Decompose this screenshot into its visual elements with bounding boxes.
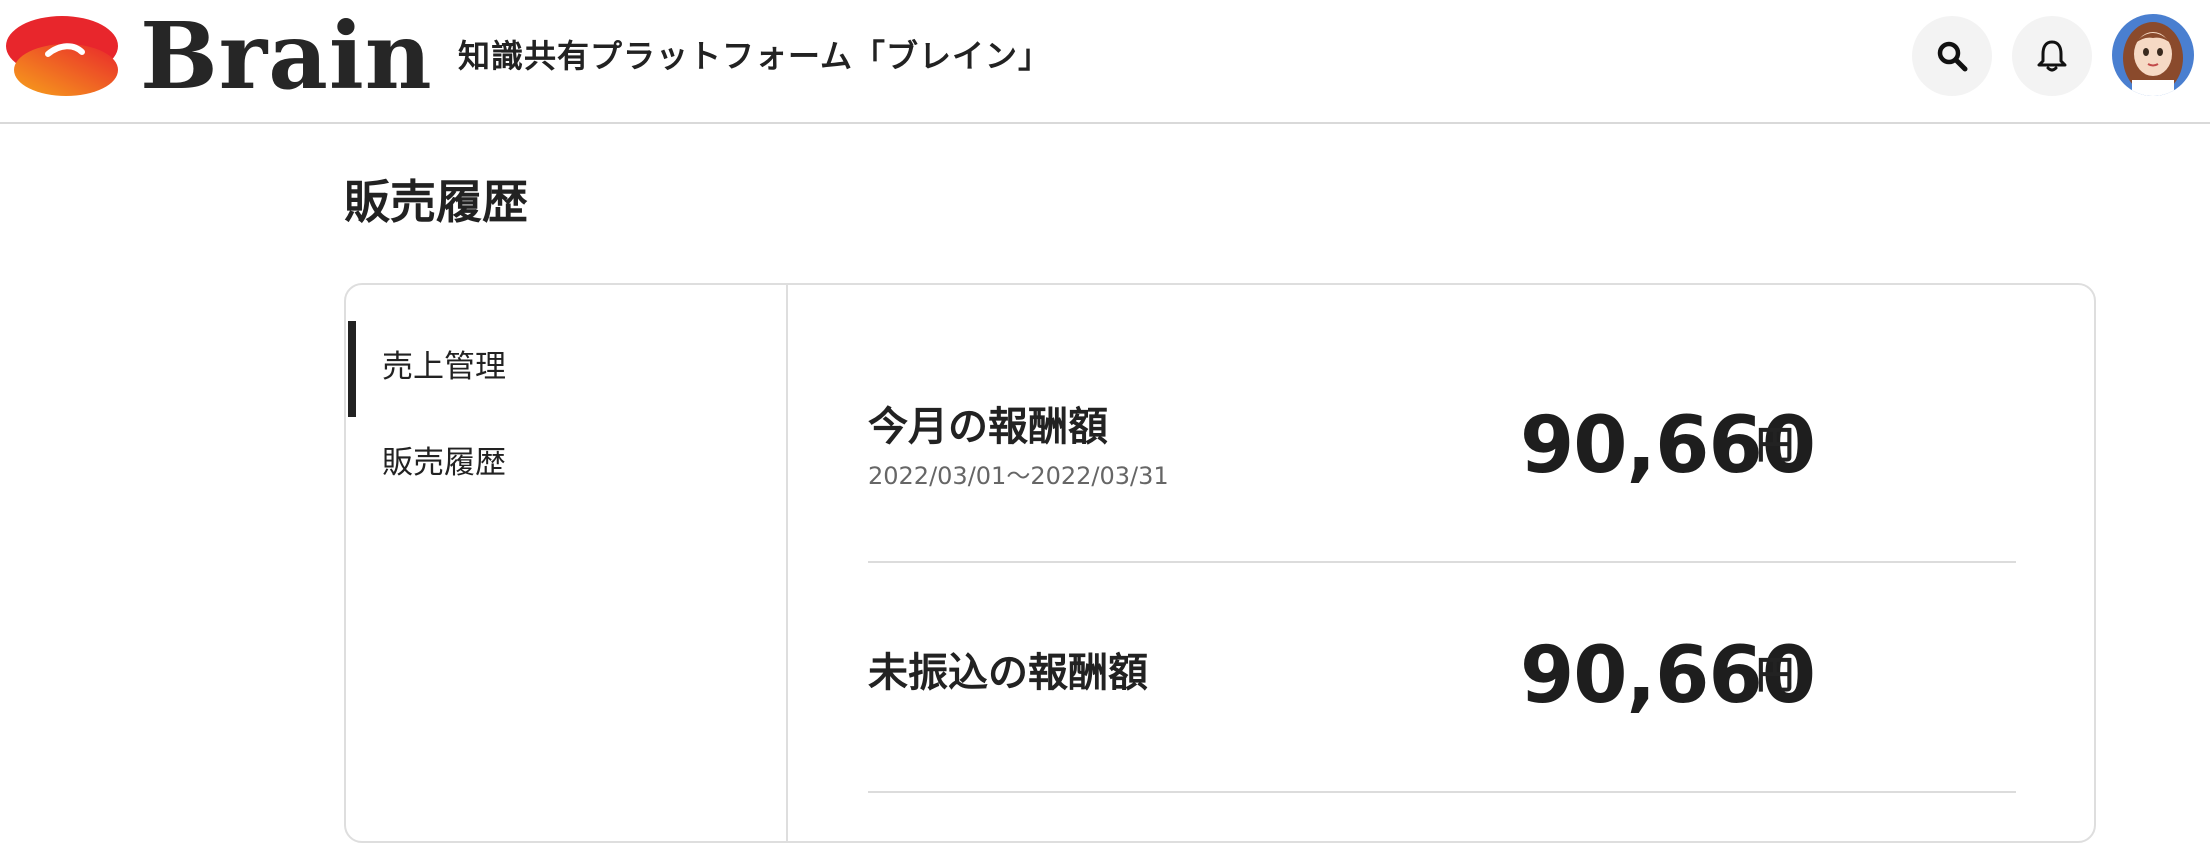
monthly-reward-period: 2022/03/01〜2022/03/31 xyxy=(868,462,1169,490)
untransferred-reward-title: 未振込の報酬額 xyxy=(868,650,1148,696)
page-title: 販売履歴 xyxy=(344,175,528,229)
search-button[interactable] xyxy=(1912,16,1992,96)
search-icon xyxy=(1937,41,1968,72)
brand-name[interactable]: Brain xyxy=(140,4,433,108)
top-header: Brain 知識共有プラットフォーム「ブレイン」 xyxy=(0,0,2210,124)
monthly-reward-unit: 円 xyxy=(1756,423,1795,467)
brain-logo-icon[interactable] xyxy=(4,14,124,98)
active-indicator xyxy=(348,321,356,417)
user-avatar[interactable] xyxy=(2112,14,2194,96)
notifications-button[interactable] xyxy=(2012,16,2092,96)
sidebar-divider xyxy=(786,285,788,841)
row-divider xyxy=(868,561,2016,563)
monthly-reward-title: 今月の報酬額 xyxy=(868,404,1108,450)
site-tagline: 知識共有プラットフォーム「ブレイン」 xyxy=(458,37,1052,75)
bell-icon xyxy=(2037,40,2067,72)
sidebar-item-sales-history[interactable]: 販売履歴 xyxy=(382,443,506,483)
row-divider xyxy=(868,791,2016,793)
untransferred-reward-unit: 円 xyxy=(1756,653,1795,697)
sidebar-item-sales-management[interactable]: 売上管理 xyxy=(382,347,506,387)
sales-panel: 売上管理 販売履歴 今月の報酬額 2022/03/01〜2022/03/31 9… xyxy=(344,283,2096,843)
